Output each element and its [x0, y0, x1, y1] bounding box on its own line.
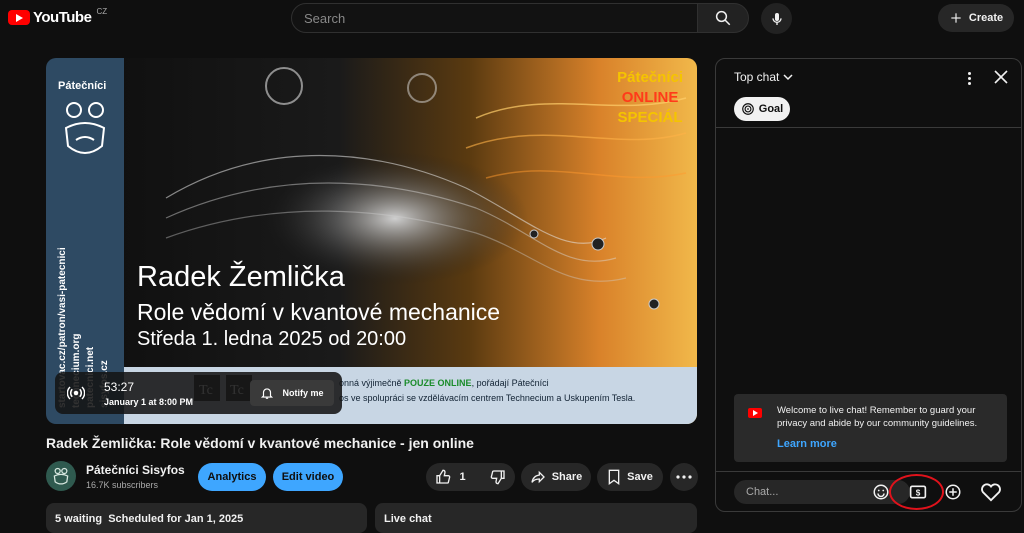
waiting-count: 5 waiting	[55, 513, 103, 525]
thumbnail-speaker: Radek Žemlička	[137, 261, 345, 293]
plus-circle-icon[interactable]	[944, 483, 962, 501]
thumbs-up-icon	[436, 469, 451, 484]
learn-more-link[interactable]: Learn more	[777, 438, 837, 450]
kebab-dot	[967, 76, 971, 80]
mic-icon	[771, 12, 782, 25]
like-dislike-group: 1	[426, 463, 515, 491]
plus-icon	[951, 13, 961, 23]
promo-line-3: SPECIÁL	[617, 109, 683, 126]
info-line-1-a: onná výjimečně	[339, 378, 405, 388]
thumbnail-side-strip: Pátečníci startovac.cz/patron/vasi-patec…	[46, 58, 124, 424]
scheduled-date: Scheduled for Jan 1, 2025	[108, 513, 244, 525]
logo-region: CZ	[96, 7, 108, 16]
promo-line-1: Pátečníci	[617, 69, 683, 86]
heart-icon[interactable]	[980, 482, 1002, 502]
annotation-highlight-circle	[889, 474, 944, 510]
create-label: Create	[968, 12, 1004, 24]
channel-name[interactable]: Pátečníci Sisyfos	[86, 463, 185, 477]
more-actions-button[interactable]	[670, 463, 698, 491]
save-button[interactable]: Save	[597, 463, 663, 491]
goal-chip[interactable]: Goal	[734, 97, 790, 121]
more-horizontal-icon	[676, 475, 692, 479]
save-label: Save	[627, 471, 653, 483]
info-line-1-c: , pořádají Pátečníci	[471, 378, 549, 388]
youtube-play-icon	[8, 10, 30, 25]
notify-me-button[interactable]: Notify me	[250, 380, 334, 406]
search-button[interactable]	[697, 3, 749, 33]
thumbs-down-icon	[490, 470, 505, 485]
channel-badge: Pátečníci	[58, 80, 107, 92]
goal-label: Goal	[758, 103, 784, 115]
video-player[interactable]: Pátečníci startovac.cz/patron/vasi-patec…	[46, 58, 697, 424]
channel-avatar[interactable]	[46, 461, 76, 491]
info-line-2: os ve spolupráci se vzdělávacím centrem …	[339, 393, 636, 403]
live-chat-replay-box[interactable]: Live chat	[375, 503, 697, 533]
chat-header: Top chat Goal	[716, 59, 1021, 128]
bookmark-icon	[608, 469, 620, 485]
chat-more-options-button[interactable]	[962, 69, 976, 87]
analytics-button[interactable]: Analytics	[198, 463, 266, 491]
like-button[interactable]: 1	[423, 463, 477, 491]
chevron-down-icon	[783, 74, 793, 81]
voice-search-button[interactable]	[761, 3, 792, 34]
live-broadcast-icon	[67, 386, 85, 400]
kebab-dot	[967, 81, 971, 85]
thumbnail-topic: Role vědomí v kvantové mechanice	[137, 299, 501, 325]
welcome-message: Welcome to live chat! Remember to guard …	[734, 394, 1007, 462]
welcome-text: Welcome to live chat! Remember to guard …	[777, 405, 978, 429]
live-chat-label: Live chat	[384, 513, 432, 525]
countdown-timer: 53:27	[104, 380, 135, 394]
promo-stamp: Pátečníci ONLINE SPECIÁL	[617, 68, 683, 128]
search-box[interactable]	[291, 3, 698, 33]
premiere-countdown-card: 53:27 January 1 at 8:00 PM Notify me	[55, 372, 342, 414]
thumbnail-date: Středa 1. ledna 2025 od 20:00	[137, 328, 407, 350]
subscriber-count: 16.7K subscribers	[86, 480, 159, 490]
bell-icon	[261, 388, 274, 399]
kebab-dot	[967, 71, 971, 75]
scheduled-time: January 1 at 8:00 PM	[104, 397, 194, 407]
live-chat-panel: Top chat Goal Welcome to live chat! Reme…	[715, 58, 1022, 512]
share-icon	[531, 470, 545, 484]
info-line-1-online: POUZE ONLINE	[404, 378, 472, 388]
create-button[interactable]: Create	[938, 4, 1014, 32]
share-button[interactable]: Share	[521, 463, 591, 491]
search-icon	[715, 10, 731, 26]
description-box[interactable]: 5 waiting Scheduled for Jan 1, 2025	[46, 503, 367, 533]
edit-video-button[interactable]: Edit video	[273, 463, 343, 491]
youtube-badge-icon	[748, 408, 762, 418]
chat-input-row: $	[716, 471, 1021, 511]
dislike-button[interactable]	[478, 463, 518, 491]
mask-logo-icon	[64, 102, 106, 154]
logo-text: YouTube	[33, 9, 92, 26]
mask-avatar-icon	[53, 467, 69, 485]
search-input[interactable]	[304, 10, 685, 26]
emoji-icon[interactable]	[872, 483, 890, 501]
video-title: Radek Žemlička: Role vědomí v kvantové m…	[46, 435, 474, 451]
top-bar: YouTube CZ Create	[0, 0, 1024, 38]
share-label: Share	[551, 471, 583, 483]
goal-target-icon	[741, 103, 754, 115]
top-chat-label: Top chat	[734, 70, 780, 84]
youtube-logo[interactable]: YouTube CZ	[8, 7, 108, 26]
promo-line-2: ONLINE	[621, 89, 679, 106]
notify-label: Notify me	[282, 388, 324, 398]
close-icon[interactable]	[992, 68, 1010, 86]
like-count: 1	[459, 471, 466, 483]
info-line-1: onná výjimečně POUZE ONLINE, pořádají Pá…	[339, 378, 549, 388]
top-chat-dropdown[interactable]: Top chat	[734, 70, 793, 84]
